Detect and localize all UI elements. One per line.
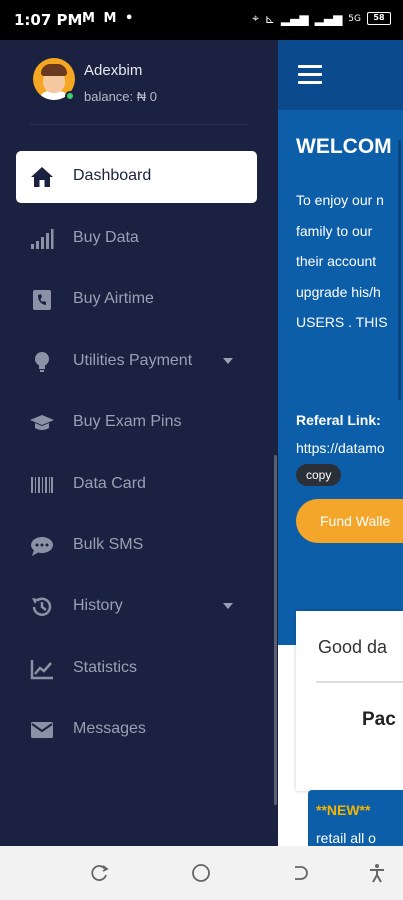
sidebar-item-label: Bulk SMS — [73, 536, 144, 553]
back-icon[interactable] — [291, 863, 311, 883]
online-status-icon — [65, 91, 75, 101]
divider — [316, 681, 403, 683]
sidebar-item-label: Utilities Payment — [73, 352, 193, 369]
chevron-down-icon — [223, 358, 233, 364]
signal-icon: ▂▄▆ — [280, 11, 309, 26]
new-tag: **NEW** — [316, 802, 371, 818]
sms-icon — [31, 537, 53, 556]
sidebar-item-dashboard[interactable]: Dashboard — [16, 151, 257, 203]
sidebar-item-label: Statistics — [73, 659, 138, 676]
welcome-heading: WELCOM — [296, 135, 392, 158]
welcome-line: USERS . THIS — [296, 314, 388, 330]
sidebar-item-buy-airtime[interactable]: Buy Airtime — [16, 274, 257, 326]
balance: balance: ₦ 0 — [84, 89, 157, 104]
recent-apps-icon[interactable] — [90, 863, 110, 883]
sidebar-item-label: Buy Exam Pins — [73, 413, 182, 430]
chart-line-icon — [30, 660, 53, 680]
greeting-card: Good da Pac — [296, 611, 403, 791]
sidebar-item-buy-exam-pins[interactable]: Buy Exam Pins — [16, 397, 257, 449]
copy-button[interactable]: copy — [296, 464, 342, 486]
5g-icon: 5G — [348, 13, 361, 24]
main-topbar — [278, 40, 403, 110]
welcome-line: upgrade his/h — [296, 283, 381, 300]
welcome-line: To enjoy our n — [296, 192, 384, 208]
sidebar-item-label: History — [73, 597, 123, 614]
gmail-icon: M — [103, 11, 119, 26]
fund-wallet-button[interactable]: Fund Walle — [296, 499, 403, 543]
greeting-text: Good da — [318, 637, 388, 657]
battery-icon: 58 — [367, 12, 391, 25]
sidebar-item-label: Messages — [73, 720, 146, 737]
sidebar-drawer: Adexbim balance: ₦ 0 Dashboard Buy Data — [0, 40, 278, 846]
vowifi-icon: ⊾ — [264, 11, 275, 26]
signal-bars-icon — [31, 229, 54, 249]
accessibility-icon[interactable] — [367, 863, 387, 883]
sidebar-item-history[interactable]: History — [16, 581, 257, 633]
referal-label: Referal Link: — [296, 412, 381, 428]
main-content: WELCOM To enjoy our n family to our thei… — [278, 40, 403, 846]
sidebar-item-utilities-payment[interactable]: Utilities Payment — [16, 336, 257, 388]
sidebar-item-data-card[interactable]: Data Card — [16, 459, 257, 511]
status-time: 1:07 PM — [14, 11, 83, 29]
signal-icon: ▂▄▆ — [314, 11, 343, 26]
menu-icon[interactable] — [298, 65, 322, 85]
main-scrollbar[interactable] — [398, 140, 401, 400]
divider — [30, 124, 248, 125]
package-heading: Pac — [362, 709, 396, 730]
referal-link[interactable]: https://datamo — [296, 440, 385, 456]
graduation-cap-icon — [30, 415, 54, 430]
welcome-line: their account — [296, 253, 377, 269]
new-notice-card: **NEW** retail all o — [308, 790, 403, 846]
welcome-text: To enjoy our n family to our their accou… — [296, 185, 403, 338]
history-icon — [32, 597, 52, 616]
home-icon — [31, 167, 53, 187]
sidebar-item-label: Buy Data — [73, 229, 139, 246]
navigation-bar — [0, 846, 403, 900]
barcode-icon — [31, 477, 53, 493]
chevron-down-icon — [223, 603, 233, 609]
sidebar-scrollbar[interactable] — [274, 455, 277, 805]
dot-icon: • — [124, 11, 136, 26]
sidebar-item-statistics[interactable]: Statistics — [16, 643, 257, 695]
welcome-line: family to our — [296, 222, 373, 239]
new-notice-text: retail all o — [316, 830, 376, 846]
phone-icon — [33, 290, 51, 310]
system-icons: ⌖ ⊾ ▂▄▆ ▂▄▆ 5G 58 — [252, 11, 391, 26]
home-button-icon[interactable] — [191, 863, 211, 883]
location-icon: ⌖ — [252, 11, 259, 25]
gmail-icon: M — [82, 11, 97, 26]
lightbulb-icon — [35, 352, 49, 372]
sidebar-item-label: Dashboard — [73, 167, 152, 184]
sidebar-item-label: Data Card — [73, 475, 146, 492]
notification-icons: M M • — [82, 11, 135, 26]
profile-header: Adexbim balance: ₦ 0 — [0, 40, 278, 125]
sidebar-item-label: Buy Airtime — [73, 290, 154, 307]
username: Adexbim — [84, 62, 143, 79]
sidebar-item-messages[interactable]: Messages — [16, 704, 257, 756]
status-bar: 1:07 PM M M • ⌖ ⊾ ▂▄▆ ▂▄▆ 5G 58 — [0, 0, 403, 40]
envelope-icon — [31, 722, 53, 738]
sidebar-item-bulk-sms[interactable]: Bulk SMS — [16, 520, 257, 572]
sidebar-item-buy-data[interactable]: Buy Data — [16, 213, 257, 265]
